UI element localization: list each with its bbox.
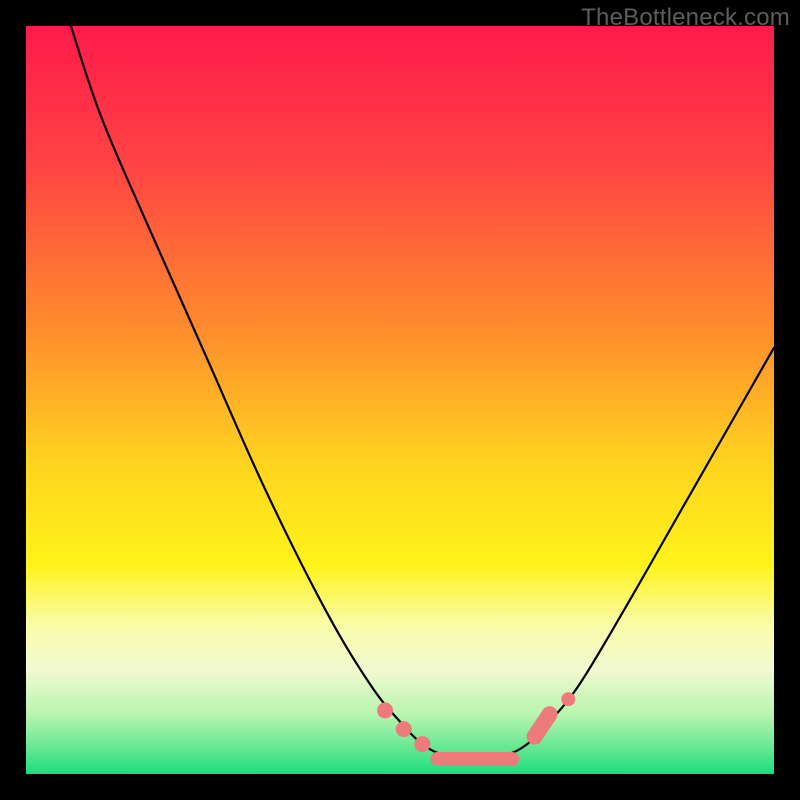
chart-svg	[26, 26, 774, 774]
marker-right-dot	[561, 692, 575, 706]
heat-background	[26, 26, 774, 774]
plot-area	[26, 26, 774, 774]
marker-left-2	[414, 736, 430, 752]
marker-left-0	[377, 702, 393, 718]
marker-left-1	[396, 721, 412, 737]
outer-frame: TheBottleneck.com	[0, 0, 800, 800]
